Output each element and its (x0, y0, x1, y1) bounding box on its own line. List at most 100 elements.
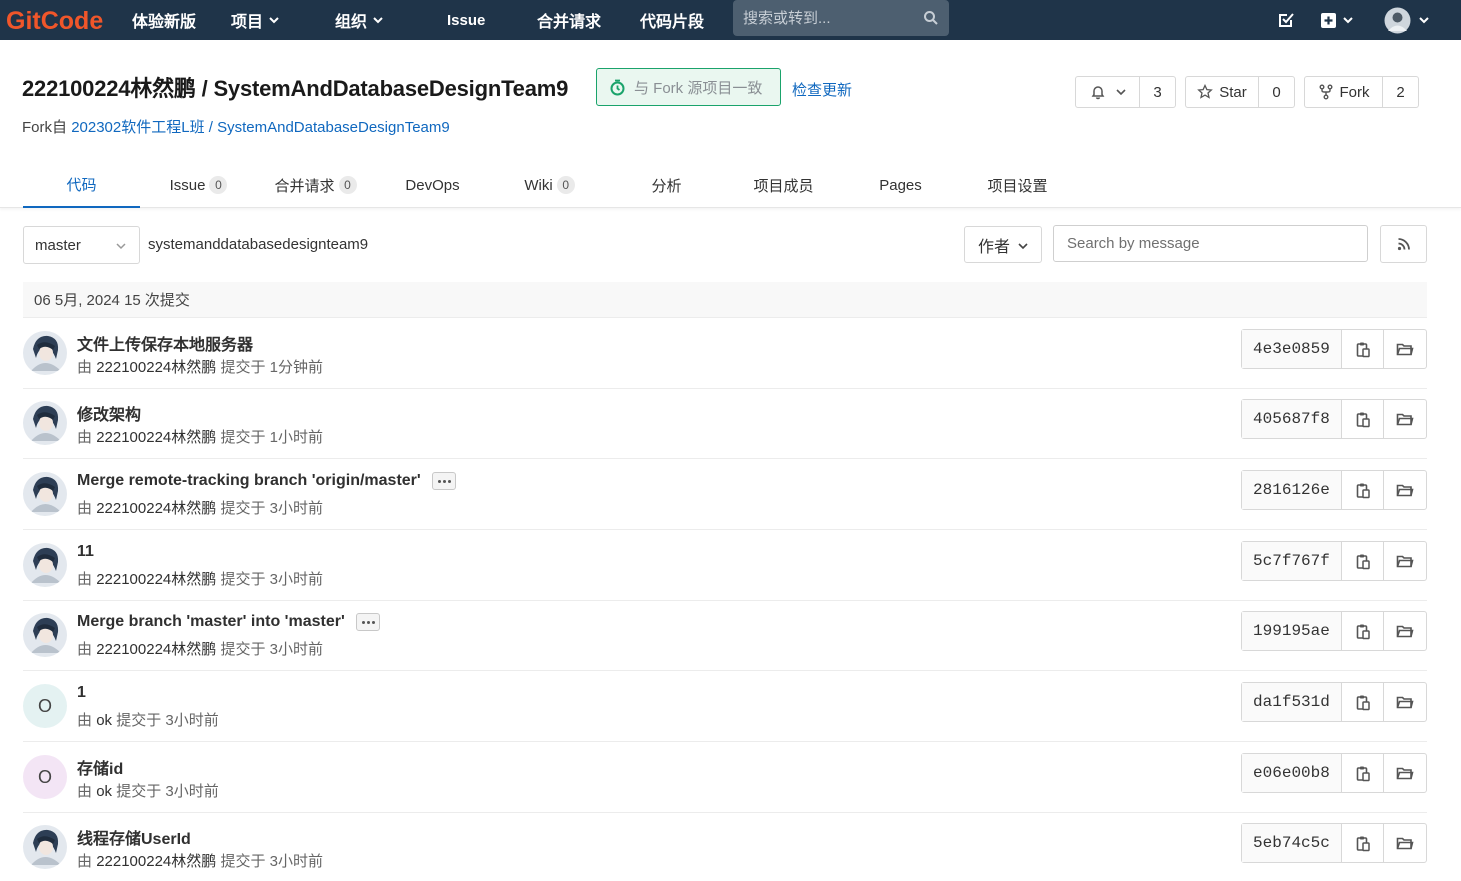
copy-sha-button[interactable] (1340, 542, 1384, 580)
chevron-down-icon (373, 17, 383, 24)
commit-title-link[interactable]: 线程存储UserId (77, 825, 191, 849)
browse-files-button[interactable] (1383, 754, 1426, 792)
browse-files-button[interactable] (1383, 824, 1426, 862)
commit-title-link[interactable]: Merge branch 'master' into 'master' (77, 613, 345, 631)
notification-button[interactable] (1076, 77, 1139, 107)
commit-title-link[interactable]: 11 (77, 543, 94, 561)
tab-wiki[interactable]: Wiki 0 (491, 162, 608, 208)
commit-action: 提交于 (116, 783, 162, 800)
author-avatar[interactable] (23, 825, 67, 869)
copy-sha-button[interactable] (1340, 400, 1384, 438)
user-menu[interactable] (1384, 0, 1429, 40)
nav-merge-requests[interactable]: 合并请求 (537, 0, 601, 40)
gitcode-logo[interactable]: GitCode (6, 4, 104, 36)
tab-issue[interactable]: Issue 0 (140, 162, 257, 208)
notification-count[interactable]: 3 (1139, 77, 1175, 107)
commit-sha-group: 5eb74c5c (1241, 823, 1427, 863)
copy-sha-button[interactable] (1340, 683, 1384, 721)
author-avatar[interactable]: O (23, 684, 67, 728)
global-search-input[interactable] (743, 9, 913, 27)
search-icon[interactable] (923, 10, 939, 26)
fork-count[interactable]: 2 (1382, 77, 1418, 107)
tab-merge-requests[interactable]: 合并请求 0 (257, 162, 374, 208)
commit-sha-link[interactable]: da1f531d (1242, 683, 1341, 721)
star-button[interactable]: Star (1186, 77, 1258, 107)
author-avatar[interactable] (23, 331, 67, 375)
nav-snippets[interactable]: 代码片段 (640, 0, 704, 40)
toggle-description-button[interactable] (355, 613, 380, 631)
commit-row: 文件上传保存本地服务器由 222100224林然鹏 提交于 1分钟前 4e3e08… (23, 318, 1427, 389)
browse-files-button[interactable] (1383, 471, 1426, 509)
commit-sha-group: 2816126e (1241, 470, 1427, 510)
commit-title-link[interactable]: 文件上传保存本地服务器 (77, 331, 253, 355)
check-update-link[interactable]: 检查更新 (792, 79, 852, 100)
commit-author-link[interactable]: ok (96, 712, 112, 729)
author-avatar[interactable] (23, 613, 67, 657)
meta-prefix: 由 (77, 783, 93, 800)
author-avatar-image (23, 331, 67, 375)
star-count[interactable]: 0 (1258, 77, 1294, 107)
commit-sha-link[interactable]: 405687f8 (1242, 400, 1341, 438)
toggle-description-button[interactable] (431, 472, 456, 490)
create-new-button[interactable] (1320, 0, 1353, 40)
commit-author-link[interactable]: 222100224林然鹏 (96, 571, 216, 588)
global-search[interactable] (733, 0, 949, 36)
nav-new-version[interactable]: 体验新版 (132, 0, 196, 40)
commit-message-search-input[interactable] (1053, 225, 1368, 262)
clipboard-icon (1356, 412, 1370, 427)
copy-sha-button[interactable] (1340, 612, 1384, 650)
nav-issue[interactable]: Issue (447, 0, 485, 40)
commit-author-link[interactable]: ok (96, 783, 112, 800)
commit-title-link[interactable]: 1 (77, 684, 86, 702)
commit-sha-link[interactable]: 4e3e0859 (1242, 330, 1341, 368)
tab-settings[interactable]: 项目设置 (959, 162, 1076, 208)
browse-files-button[interactable] (1383, 542, 1426, 580)
fork-source-link[interactable]: 202302软件工程L班 / SystemAndDatabaseDesignTe… (71, 119, 450, 136)
fork-button[interactable]: Fork (1305, 77, 1382, 107)
nav-projects[interactable]: 项目 (231, 0, 279, 40)
copy-sha-button[interactable] (1340, 330, 1384, 368)
copy-sha-button[interactable] (1340, 471, 1384, 509)
commit-author-link[interactable]: 222100224林然鹏 (96, 853, 216, 870)
browse-files-button[interactable] (1383, 400, 1426, 438)
commit-author-link[interactable]: 222100224林然鹏 (96, 359, 216, 376)
nav-groups[interactable]: 组织 (335, 0, 383, 40)
todo-button[interactable] (1277, 0, 1295, 40)
commit-sha-link[interactable]: 199195ae (1242, 612, 1341, 650)
commit-action: 提交于 (220, 853, 266, 870)
rss-feed-button[interactable] (1380, 225, 1427, 263)
tab-pages[interactable]: Pages (842, 162, 959, 208)
commit-sha-group: da1f531d (1241, 682, 1427, 722)
author-avatar[interactable] (23, 472, 67, 516)
branch-selector[interactable]: master (23, 226, 140, 264)
author-avatar[interactable] (23, 401, 67, 445)
project-title[interactable]: 222100224林然鹏 / SystemAndDatabaseDesignTe… (22, 71, 568, 103)
commit-title-link[interactable]: 存储id (77, 755, 123, 779)
commit-sha-link[interactable]: 5eb74c5c (1242, 824, 1341, 862)
browse-files-button[interactable] (1383, 683, 1426, 721)
folder-open-icon (1396, 413, 1414, 425)
tab-analytics[interactable]: 分析 (608, 162, 725, 208)
tab-members[interactable]: 项目成员 (725, 162, 842, 208)
author-filter-dropdown[interactable]: 作者 (964, 226, 1042, 263)
commit-sha-link[interactable]: 5c7f767f (1242, 542, 1341, 580)
repo-path-breadcrumb[interactable]: systemanddatabasedesignteam9 (148, 236, 368, 253)
commit-title-link[interactable]: Merge remote-tracking branch 'origin/mas… (77, 472, 421, 490)
author-avatar-image (23, 401, 67, 445)
copy-sha-button[interactable] (1340, 824, 1384, 862)
commit-sha-link[interactable]: e06e00b8 (1242, 754, 1341, 792)
browse-files-button[interactable] (1383, 612, 1426, 650)
commit-author-link[interactable]: 222100224林然鹏 (96, 500, 216, 517)
tab-devops[interactable]: DevOps (374, 162, 491, 208)
meta-prefix: 由 (77, 712, 93, 729)
fork-label: Fork (1339, 83, 1370, 101)
tab-code[interactable]: 代码 (23, 162, 140, 208)
copy-sha-button[interactable] (1340, 754, 1384, 792)
author-avatar[interactable]: O (23, 755, 67, 799)
author-avatar[interactable] (23, 543, 67, 587)
commit-author-link[interactable]: 222100224林然鹏 (96, 429, 216, 446)
commit-title-link[interactable]: 修改架构 (77, 401, 141, 425)
commit-author-link[interactable]: 222100224林然鹏 (96, 641, 216, 658)
commit-sha-link[interactable]: 2816126e (1242, 471, 1341, 509)
browse-files-button[interactable] (1383, 330, 1426, 368)
